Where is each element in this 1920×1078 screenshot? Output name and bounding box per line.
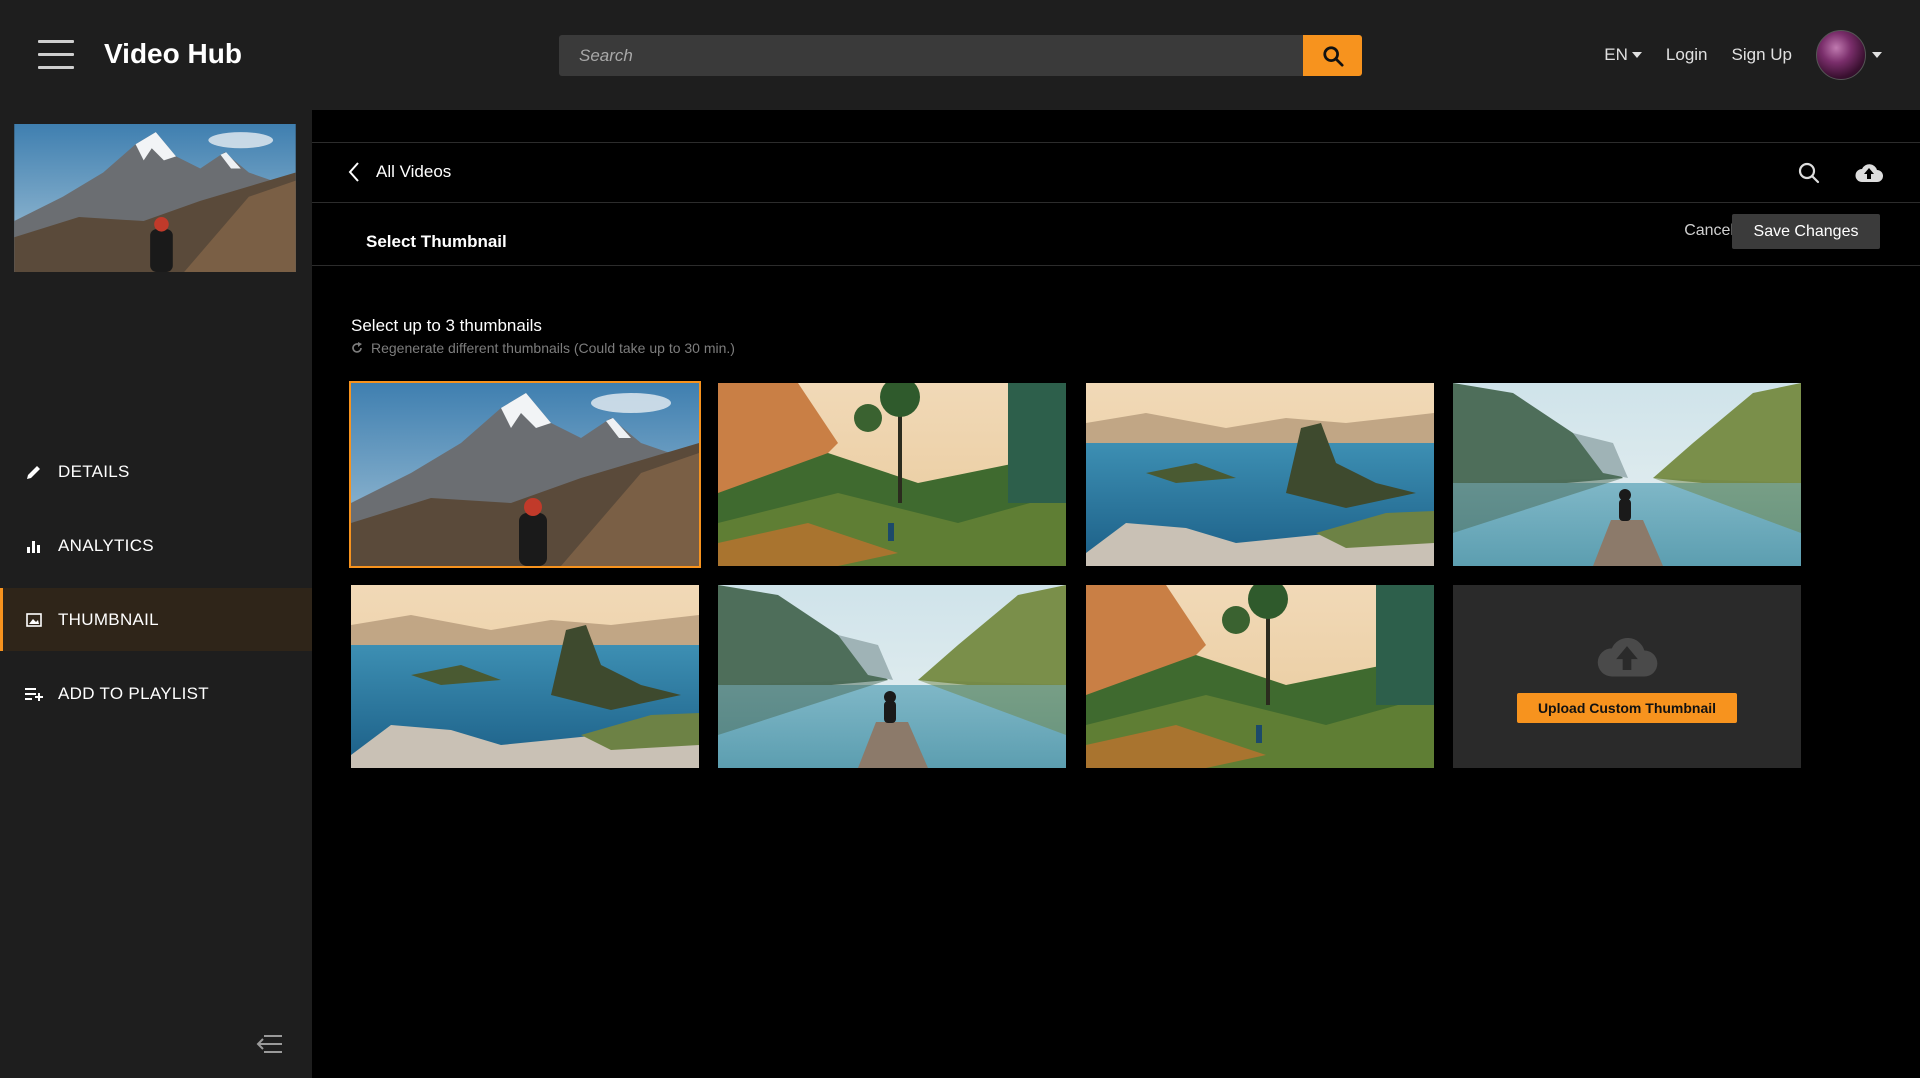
upload-custom-thumbnail-tile: Upload Custom Thumbnail [1453, 585, 1801, 768]
upload-custom-thumbnail-button[interactable]: Upload Custom Thumbnail [1517, 692, 1737, 723]
sidebar-item-analytics[interactable]: ANALYTICS [0, 514, 312, 577]
caret-down-icon [1872, 52, 1882, 58]
topbar-icons [1794, 159, 1884, 187]
top-header: Video Hub EN Login Sign Up [0, 0, 1920, 110]
app-title: Video Hub [104, 38, 242, 69]
thumbnail-option-1[interactable] [349, 381, 701, 568]
header-actions: EN Login Sign Up [1604, 30, 1882, 80]
signup-link[interactable]: Sign Up [1732, 45, 1792, 65]
language-label: EN [1604, 45, 1628, 64]
regenerate-label: Regenerate different thumbnails (Could t… [371, 340, 735, 356]
chevron-left-icon [348, 162, 359, 182]
back-to-all-videos[interactable]: All Videos [348, 161, 451, 183]
search-icon[interactable] [1794, 159, 1824, 187]
search-input[interactable] [559, 35, 1303, 76]
refresh-icon [352, 342, 362, 353]
section-title: Select Thumbnail [366, 232, 507, 251]
sidebar-item-label: ANALYTICS [58, 535, 154, 555]
user-menu[interactable] [1816, 30, 1882, 80]
thumbnail-option-5[interactable] [351, 585, 699, 768]
sidebar-item-label: DETAILS [58, 461, 130, 481]
search-button[interactable] [1303, 35, 1362, 76]
search-icon [1322, 45, 1344, 67]
avatar [1816, 30, 1866, 80]
sidebar: DETAILS ANALYTICS THUMBNAIL ADD TO PLAYL… [0, 110, 312, 1078]
back-label: All Videos [376, 162, 452, 181]
regenerate-thumbnails-link[interactable]: Regenerate different thumbnails (Could t… [351, 340, 735, 356]
playlist-add-icon [24, 684, 44, 704]
video-preview-thumbnail [13, 124, 297, 272]
main-content: All Videos Select Thumbnail Cancel Save … [312, 110, 1920, 1078]
thumbnail-option-6[interactable] [718, 585, 1066, 768]
thumbnail-option-2[interactable] [718, 383, 1066, 566]
content-topbar: All Videos [312, 142, 1920, 203]
login-link[interactable]: Login [1666, 45, 1708, 65]
thumbnail-option-3[interactable] [1086, 383, 1434, 566]
image-icon [24, 610, 44, 630]
sidebar-nav: DETAILS ANALYTICS THUMBNAIL ADD TO PLAYL… [0, 440, 312, 725]
cloud-upload-icon[interactable] [1854, 159, 1884, 187]
sidebar-item-details[interactable]: DETAILS [0, 440, 312, 503]
thumbnail-toolbar: Select Thumbnail Cancel Save Changes [312, 204, 1920, 266]
sidebar-item-thumbnail[interactable]: THUMBNAIL [0, 588, 312, 651]
sidebar-item-label: THUMBNAIL [58, 609, 159, 629]
sidebar-item-add-to-playlist[interactable]: ADD TO PLAYLIST [0, 662, 312, 725]
save-changes-button[interactable]: Save Changes [1732, 214, 1880, 249]
cloud-upload-icon [1597, 637, 1658, 676]
pencil-icon [24, 462, 44, 482]
thumbnail-option-7[interactable] [1086, 585, 1434, 768]
hamburger-menu-icon[interactable] [38, 40, 74, 70]
bar-chart-icon [24, 536, 44, 556]
sidebar-item-label: ADD TO PLAYLIST [58, 683, 209, 703]
cancel-button[interactable]: Cancel [1684, 222, 1734, 240]
caret-down-icon [1631, 52, 1642, 58]
search-bar [559, 35, 1362, 76]
thumbnail-option-4[interactable] [1453, 383, 1801, 566]
language-selector[interactable]: EN [1604, 45, 1642, 65]
collapse-sidebar-icon[interactable] [256, 1032, 284, 1056]
select-instructions: Select up to 3 thumbnails [351, 316, 542, 335]
